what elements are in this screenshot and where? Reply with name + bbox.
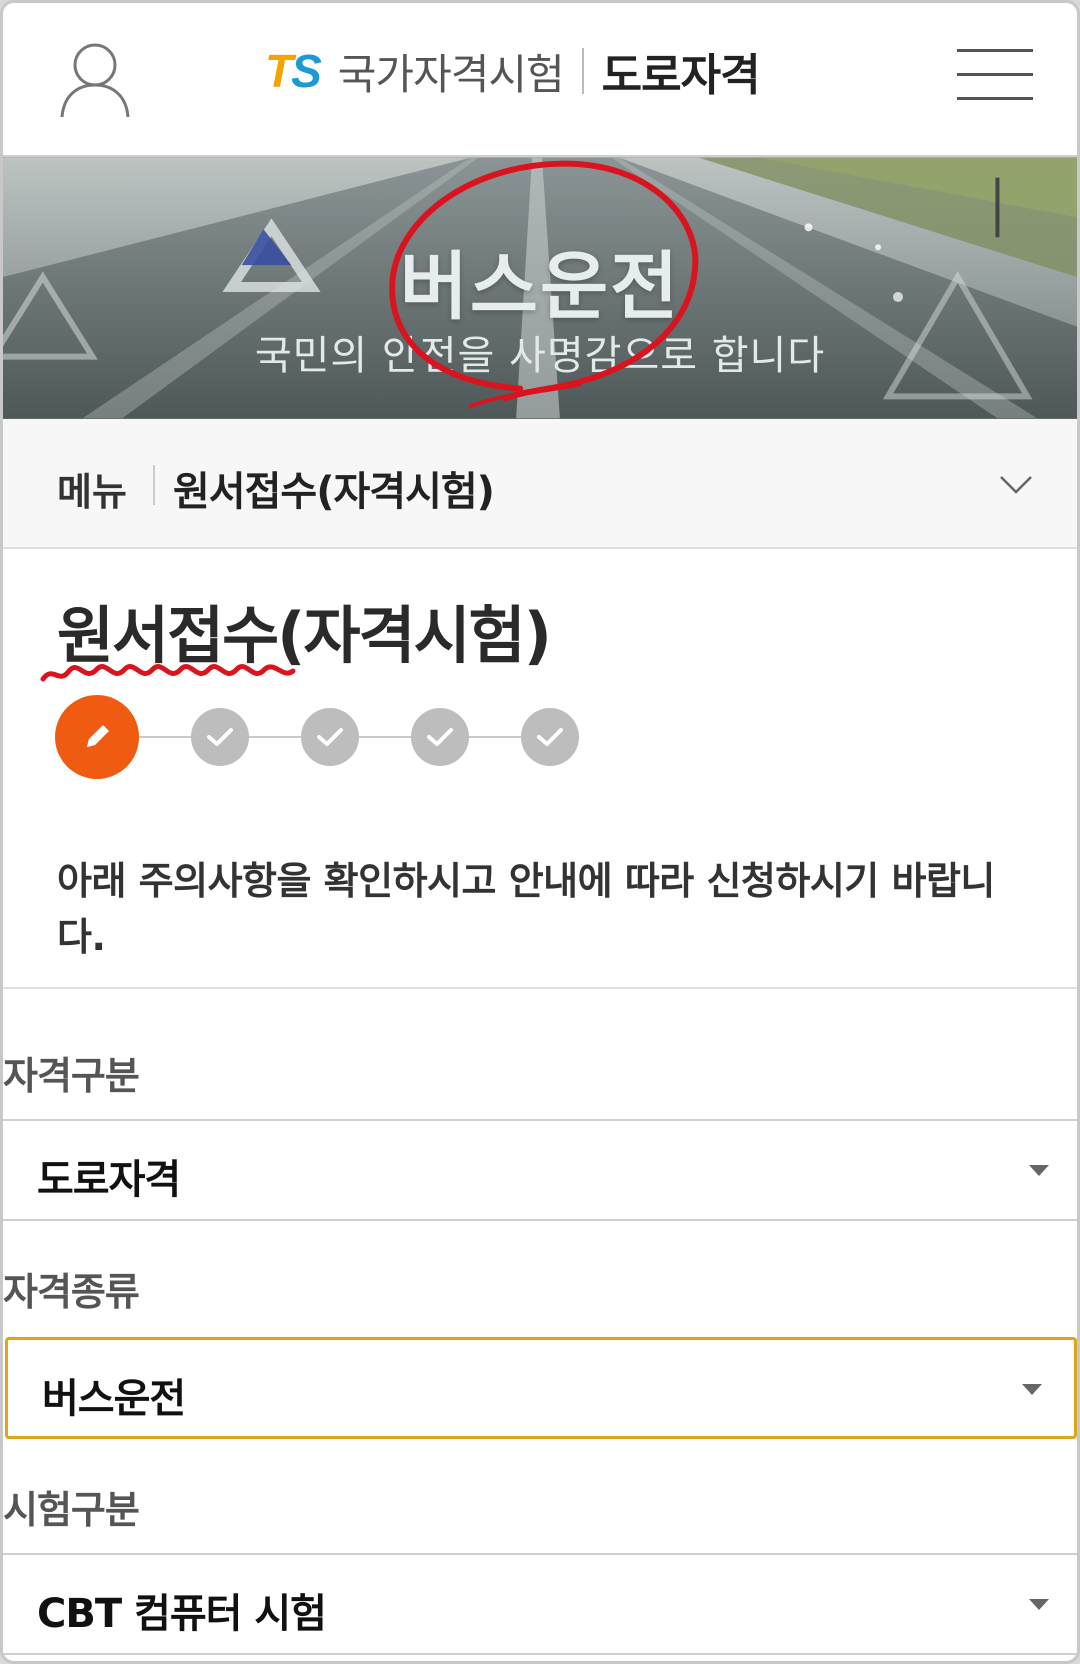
notice-text: 아래 주의사항을 확인하시고 안내에 따라 신청하시기 바랍니다. <box>57 859 995 959</box>
dropdown-arrow-icon <box>1029 1599 1049 1610</box>
header: TS 국가자격시험 도로자격 <box>3 3 1077 157</box>
site-logo[interactable]: TS 국가자격시험 도로자격 <box>265 41 761 101</box>
select-value: 버스운전 <box>42 1376 186 1422</box>
dropdown-arrow-icon <box>1022 1384 1042 1395</box>
step-4 <box>411 708 469 766</box>
menu-label: 메뉴 <box>57 470 127 514</box>
user-icon <box>60 43 130 118</box>
menu-current-page: 원서접수(자격시험) <box>173 469 495 515</box>
qualification-type-select[interactable]: 버스운전 <box>5 1337 1077 1439</box>
step-2 <box>191 708 249 766</box>
step-1-current <box>55 695 139 779</box>
ts-logo-mark: TS <box>265 45 322 97</box>
check-icon <box>537 728 563 746</box>
banner-subtitle: 국민의 안전을 사명감으로 합니다 <box>254 333 826 379</box>
banner-title: 버스운전 <box>399 244 681 330</box>
chevron-down-icon <box>1000 476 1032 494</box>
hero-banner: 버스운전 국민의 안전을 사명감으로 합니다 <box>3 157 1077 419</box>
menu-divider <box>153 465 155 505</box>
qualification-category-select[interactable]: 도로자격 <box>3 1119 1077 1221</box>
check-icon <box>427 728 453 746</box>
pencil-icon <box>87 725 109 747</box>
check-icon <box>317 728 343 746</box>
app-frame: TS 국가자격시험 도로자격 버스운전 국민의 안전을 사명감으로 합니다 메뉴… <box>0 0 1080 1664</box>
user-button[interactable] <box>58 39 132 119</box>
hamburger-menu-button[interactable] <box>957 49 1033 105</box>
step-5 <box>521 708 579 766</box>
dropdown-arrow-icon <box>1029 1165 1049 1176</box>
field-label-qualification-category: 자격구분 <box>3 1054 140 1098</box>
select-value: CBT 컴퓨터 시험 <box>37 1591 327 1637</box>
progress-steps <box>55 693 595 783</box>
step-3 <box>301 708 359 766</box>
section-divider <box>3 987 1077 989</box>
logo-section-title: 도로자격 <box>601 50 761 101</box>
select-value: 도로자격 <box>37 1157 181 1203</box>
exam-category-select[interactable]: CBT 컴퓨터 시험 <box>3 1553 1077 1655</box>
logo-divider <box>581 48 584 94</box>
field-label-exam-category: 시험구분 <box>3 1488 140 1532</box>
red-underline-annotation <box>40 664 296 682</box>
field-label-qualification-type: 자격종류 <box>3 1270 140 1314</box>
logo-text: 국가자격시험 <box>337 49 565 99</box>
breadcrumb-menu-bar[interactable]: 메뉴 원서접수(자격시험) <box>3 419 1077 549</box>
check-icon <box>207 728 233 746</box>
